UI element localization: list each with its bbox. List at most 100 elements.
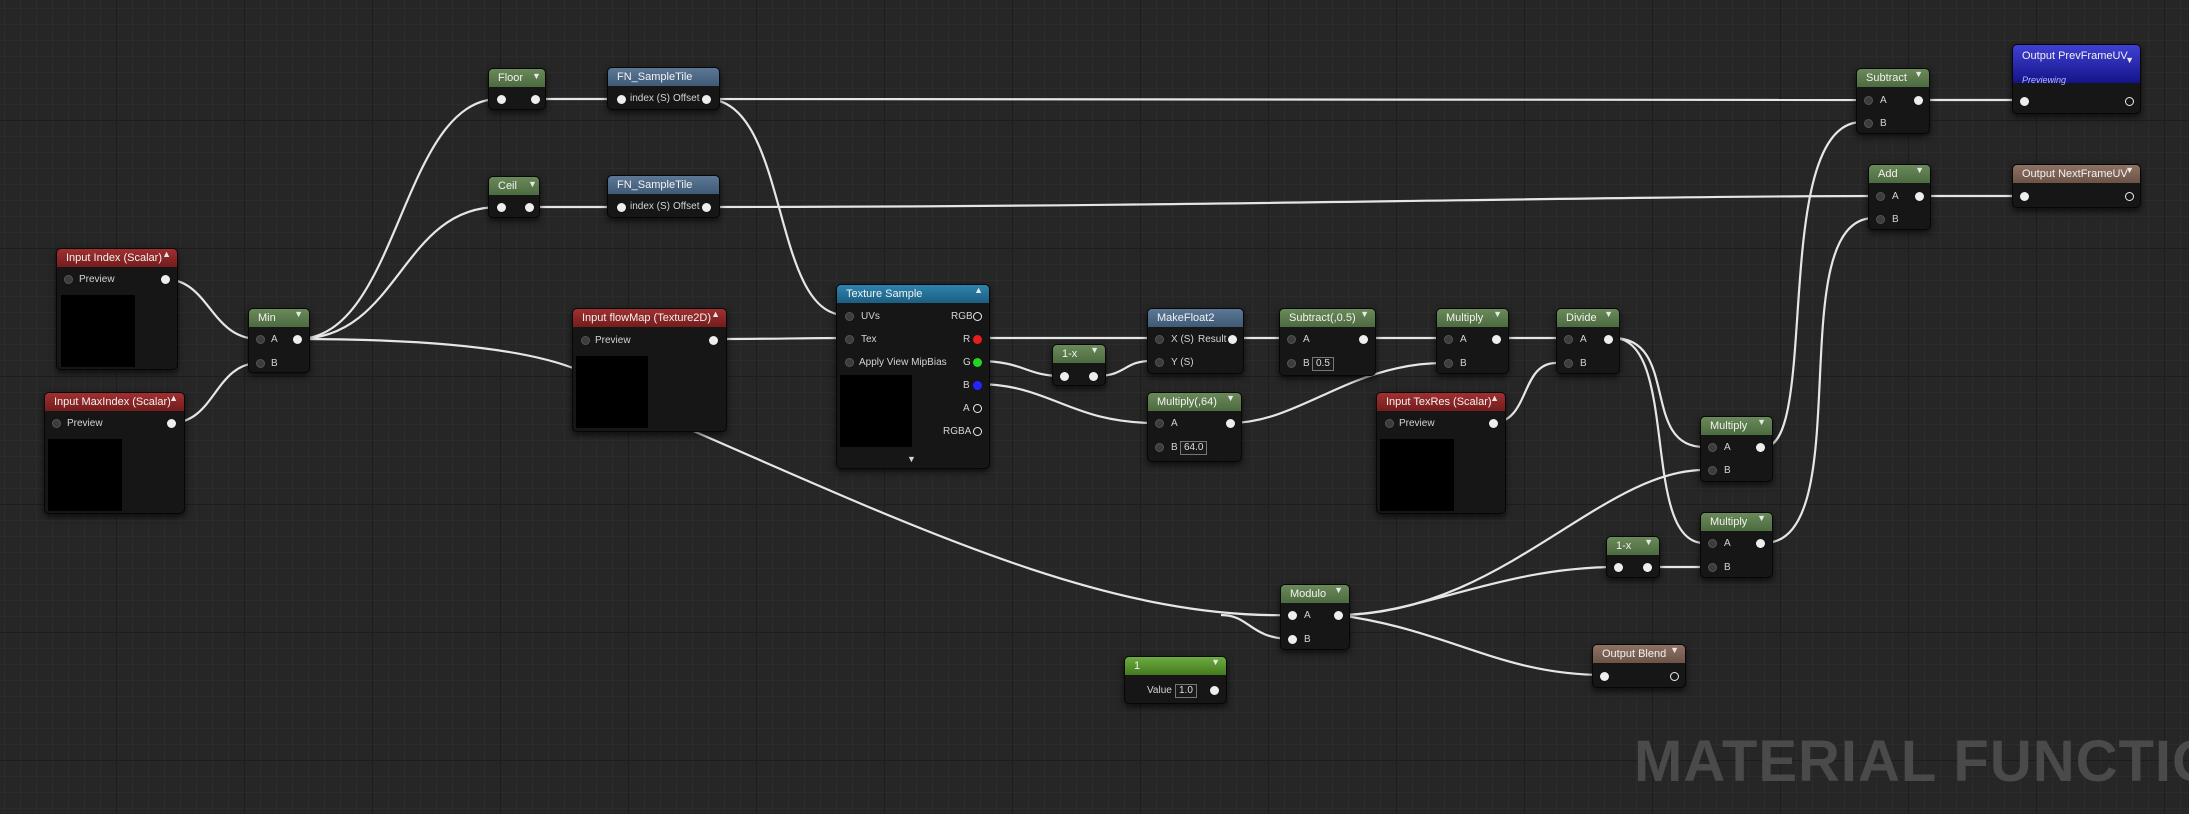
input-pin[interactable] (1600, 672, 1609, 681)
value-field[interactable]: 1.0 (1175, 684, 1197, 698)
chevron-down-icon[interactable]: ▼ (1604, 309, 1613, 319)
multiply-node-2[interactable]: Multiply ▼ A B (1700, 416, 1773, 482)
makefloat2-node[interactable]: MakeFloat2 X (S) Result Y (S) (1147, 308, 1244, 374)
input-texres-node[interactable]: Input TexRes (Scalar) ▲ Preview (1376, 392, 1506, 514)
chevron-down-icon[interactable]: ▼ (1757, 417, 1766, 427)
chevron-down-icon[interactable]: ▼ (1211, 657, 1220, 667)
chevron-down-icon[interactable]: ▼ (1493, 309, 1502, 319)
input-pin-a[interactable] (1288, 611, 1297, 620)
input-index-node[interactable]: Input Index (Scalar) ▲ Preview (56, 248, 178, 370)
multiply-64-node[interactable]: Multiply(,64) ▼ A B 64.0 (1147, 392, 1242, 462)
output-pin[interactable] (161, 275, 170, 284)
output-pin[interactable] (531, 95, 540, 104)
texture-sample-node[interactable]: Texture Sample ▲ UVs RGB Tex R Apply Vie… (836, 284, 990, 469)
input-pin-a[interactable] (1564, 335, 1573, 344)
input-pin-a[interactable] (1708, 539, 1717, 548)
input-pin-mipbias[interactable] (845, 358, 854, 367)
output-pin[interactable] (709, 336, 718, 345)
input-pin-a[interactable] (1444, 335, 1453, 344)
chevron-up-icon[interactable]: ▲ (1490, 393, 1499, 403)
output-pin[interactable] (525, 203, 534, 212)
b-value-field[interactable]: 0.5 (1312, 357, 1334, 371)
chevron-up-icon[interactable]: ▲ (162, 249, 171, 259)
output-blend-node[interactable]: Output Blend ▼ (1592, 644, 1686, 688)
output-pin[interactable] (702, 95, 711, 104)
multiply-node-1[interactable]: Multiply ▼ A B (1436, 308, 1509, 374)
input-pin-x[interactable] (1155, 335, 1164, 344)
input-pin[interactable] (617, 95, 626, 104)
output-pin[interactable] (1492, 335, 1501, 344)
expand-icon[interactable]: ▼ (907, 453, 916, 465)
chevron-down-icon[interactable]: ▼ (1914, 69, 1923, 79)
output-pin[interactable] (1643, 563, 1652, 572)
input-pin[interactable] (617, 203, 626, 212)
chevron-down-icon[interactable]: ▼ (2125, 165, 2134, 175)
output-pin[interactable] (2125, 97, 2134, 106)
multiply-node-3[interactable]: Multiply ▼ A B (1700, 512, 1773, 578)
input-pin[interactable] (497, 203, 506, 212)
preview-toggle[interactable] (52, 419, 61, 428)
output-pin[interactable] (167, 419, 176, 428)
chevron-up-icon[interactable]: ▲ (169, 393, 178, 403)
input-pin-b[interactable] (1287, 359, 1296, 368)
output-pin[interactable] (293, 335, 302, 344)
input-pin-a[interactable] (1287, 335, 1296, 344)
input-pin[interactable] (2020, 192, 2029, 201)
preview-toggle[interactable] (1385, 419, 1394, 428)
output-nextframeuv-node[interactable]: Output NextFrameUV ▼ (2012, 164, 2141, 208)
min-node[interactable]: Min ▼ A B (248, 308, 310, 373)
input-pin[interactable] (1614, 563, 1623, 572)
output-pin[interactable] (2125, 192, 2134, 201)
chevron-down-icon[interactable]: ▼ (528, 179, 2183, 189)
chevron-down-icon[interactable]: ▼ (1360, 309, 1369, 319)
chevron-down-icon[interactable]: ▼ (1334, 585, 1343, 595)
chevron-down-icon[interactable]: ▼ (294, 309, 303, 319)
chevron-down-icon[interactable]: ▼ (1757, 513, 1766, 523)
output-pin-rgb[interactable] (973, 312, 982, 321)
output-pin[interactable] (1670, 672, 1679, 681)
output-pin[interactable] (1359, 335, 1368, 344)
input-pin-a[interactable] (1155, 419, 1164, 428)
output-pin[interactable] (1226, 419, 1235, 428)
b-value-field[interactable]: 64.0 (1180, 441, 1208, 455)
input-pin-a[interactable] (1708, 443, 1717, 452)
input-pin-a[interactable] (1864, 96, 1873, 105)
add-node[interactable]: Add ▼ A B (1868, 164, 1931, 230)
output-pin[interactable] (1210, 686, 1219, 695)
input-pin-b[interactable] (1155, 443, 1164, 452)
subtract-node[interactable]: Subtract ▼ A B (1856, 68, 1930, 134)
input-maxindex-node[interactable]: Input MaxIndex (Scalar) ▲ Preview (44, 392, 185, 514)
input-pin-b[interactable] (1708, 466, 1717, 475)
input-pin[interactable] (2020, 97, 2029, 106)
chevron-down-icon[interactable]: ▼ (1090, 345, 1099, 355)
output-prevframeuv-node[interactable]: Output PrevFrameUV Previewing ▼ (2012, 44, 2141, 114)
chevron-down-icon[interactable]: ▼ (1670, 645, 1679, 655)
chevron-down-icon[interactable]: ▼ (1226, 393, 1235, 403)
input-pin-b[interactable] (1288, 635, 1297, 644)
output-pin-a[interactable] (973, 404, 982, 413)
output-pin[interactable] (1756, 539, 1765, 548)
output-pin-g[interactable] (973, 358, 982, 367)
output-pin[interactable] (1756, 443, 1765, 452)
sample-tile-node-2[interactable]: FN_SampleTile index (S) Offset (607, 175, 720, 218)
divide-node[interactable]: Divide ▼ A B (1556, 308, 1620, 374)
input-pin-y[interactable] (1155, 358, 1164, 367)
output-pin-b[interactable] (973, 381, 982, 390)
output-pin[interactable] (1604, 335, 1613, 344)
modulo-node[interactable]: Modulo ▼ A B (1280, 584, 1350, 650)
sample-tile-node-1[interactable]: FN_SampleTile index (S) Offset (607, 67, 720, 110)
input-pin-b[interactable] (1876, 215, 1885, 224)
input-flowmap-node[interactable]: Input flowMap (Texture2D) ▲ Preview (572, 308, 727, 432)
input-pin-a[interactable] (1876, 192, 1885, 201)
preview-toggle[interactable] (64, 275, 73, 284)
preview-toggle[interactable] (581, 336, 590, 345)
one-minus-node-2[interactable]: 1-x ▼ (1606, 536, 1660, 578)
chevron-up-icon[interactable]: ▲ (974, 285, 983, 295)
input-pin-b[interactable] (256, 359, 265, 368)
chevron-down-icon[interactable]: ▼ (2125, 55, 2134, 65)
input-pin-a[interactable] (256, 335, 265, 344)
input-pin-b[interactable] (1564, 359, 1573, 368)
output-pin[interactable] (702, 203, 711, 212)
output-pin[interactable] (1228, 335, 1237, 344)
output-pin-rgba[interactable] (973, 427, 982, 436)
